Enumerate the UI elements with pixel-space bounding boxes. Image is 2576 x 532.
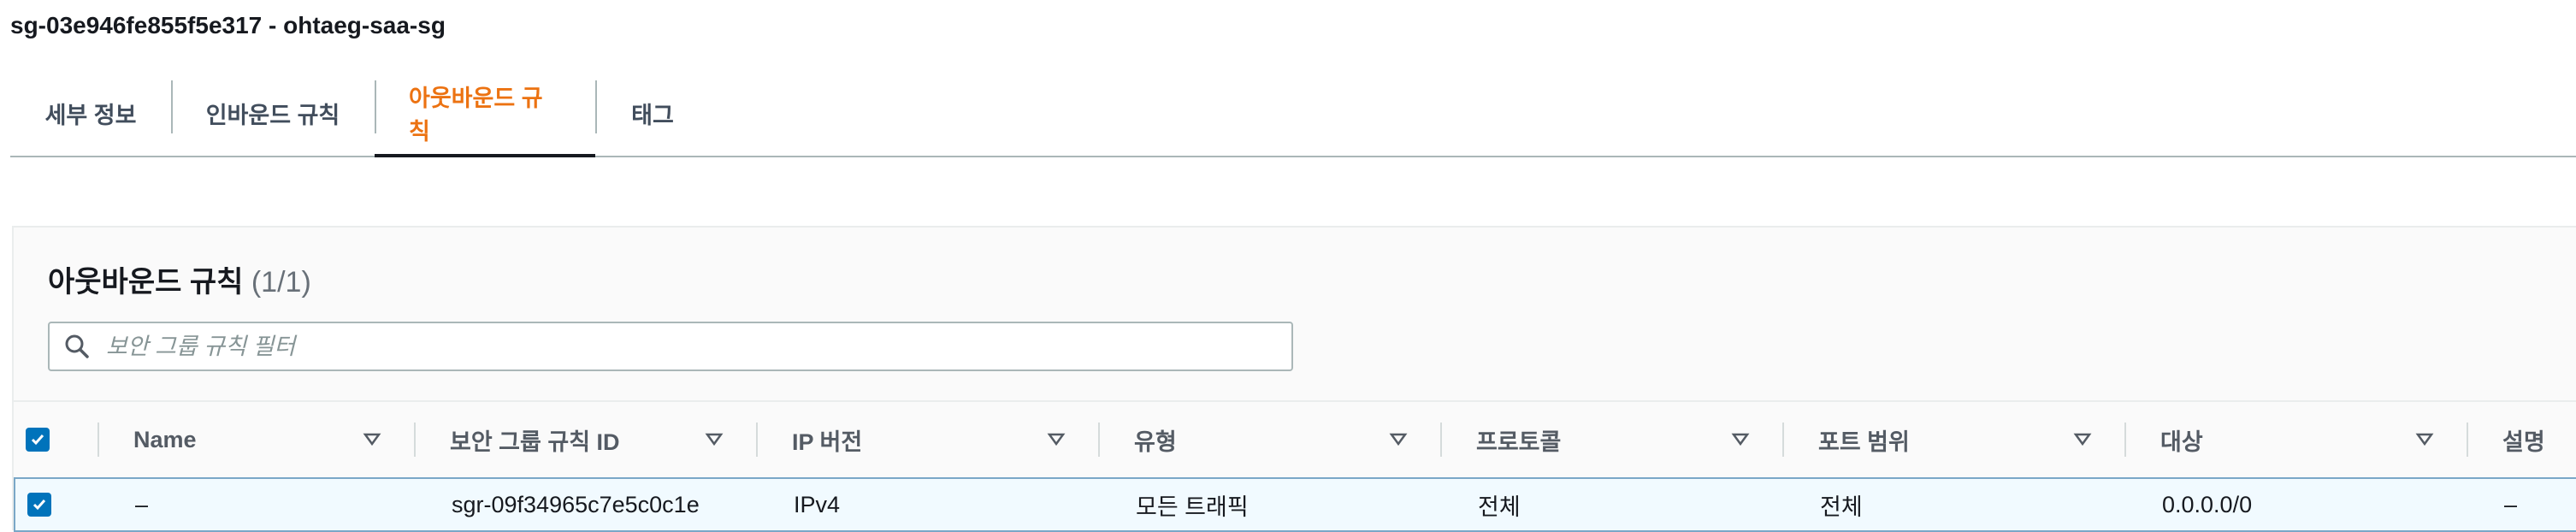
outbound-rules-panel: 아웃바운드 규칙 (1/1) Name — [12, 226, 2576, 532]
column-header-name[interactable]: Name — [99, 402, 416, 477]
column-header-port-range[interactable]: 포트 범위 — [1784, 402, 2126, 477]
cell-type: 모든 트래픽 — [1136, 494, 1249, 520]
column-label: 포트 범위 — [1818, 429, 1910, 455]
tab-tags[interactable]: 태그 — [595, 70, 710, 156]
checkbox-checked-icon — [32, 499, 46, 511]
panel-title-text: 아웃바운드 규칙 — [48, 266, 244, 299]
tab-inbound-rules[interactable]: 인바운드 규칙 — [171, 70, 375, 156]
column-label: 프로토콜 — [1476, 429, 1562, 455]
panel-title: 아웃바운드 규칙 (1/1) — [48, 258, 311, 300]
rule-filter-search[interactable] — [48, 322, 1293, 371]
search-input[interactable] — [104, 324, 1291, 369]
column-header-description[interactable]: 설명 — [2468, 402, 2576, 477]
cell-description: – — [2504, 491, 2518, 517]
column-label: IP 버전 — [792, 429, 863, 455]
page-title: sg-03e946fe855f5e317 - ohtaeg-saa-sg — [10, 12, 446, 38]
cell-name: – — [135, 491, 149, 517]
column-header-ip-version[interactable]: IP 버전 — [758, 402, 1100, 477]
cell-ip-version: IPv4 — [794, 491, 841, 517]
checkbox-checked-icon — [31, 434, 44, 446]
sort-caret-icon — [1731, 433, 1750, 446]
column-header-destination[interactable]: 대상 — [2126, 402, 2468, 477]
column-label: Name — [133, 426, 197, 452]
sort-caret-icon — [363, 433, 381, 446]
sort-caret-icon — [705, 433, 724, 446]
cell-rule-id: sgr-09f34965c7e5c0c1e — [452, 491, 700, 517]
select-all-checkbox[interactable] — [26, 428, 50, 452]
column-header-type[interactable]: 유형 — [1100, 402, 1442, 477]
row-select-cell — [15, 479, 101, 530]
tab-details[interactable]: 세부 정보 — [10, 70, 171, 156]
sort-caret-icon — [2415, 433, 2434, 446]
column-label: 유형 — [1134, 429, 1177, 455]
column-header-rule-id[interactable]: 보안 그룹 규칙 ID — [416, 402, 758, 477]
sort-caret-icon — [1047, 433, 1066, 446]
column-label: 보안 그룹 규칙 ID — [450, 429, 620, 455]
select-all-cell — [14, 402, 99, 477]
column-label: 설명 — [2502, 429, 2545, 455]
column-label: 대상 — [2160, 429, 2203, 455]
cell-protocol: 전체 — [1478, 494, 1521, 520]
cell-destination: 0.0.0.0/0 — [2162, 491, 2253, 517]
security-group-page: sg-03e946fe855f5e317 - ohtaeg-saa-sg 세부 … — [0, 0, 2576, 532]
table-header: Name 보안 그룹 규칙 ID IP 버전 유형 프로토콜 포트 범위 대상 … — [14, 400, 2576, 477]
sort-caret-icon — [2073, 433, 2092, 446]
row-checkbox[interactable] — [27, 493, 51, 517]
table-row[interactable]: – sgr-09f34965c7e5c0c1e IPv4 모든 트래픽 전체 전… — [14, 477, 2576, 532]
cell-port-range: 전체 — [1820, 494, 1863, 520]
column-header-protocol[interactable]: 프로토콜 — [1442, 402, 1784, 477]
tab-outbound-rules[interactable]: 아웃바운드 규칙 — [375, 70, 595, 157]
tab-bar: 세부 정보 인바운드 규칙 아웃바운드 규칙 태그 — [10, 70, 2576, 157]
sort-caret-icon — [1389, 433, 1408, 446]
search-icon — [50, 323, 104, 369]
rule-count: (1/1) — [251, 266, 311, 299]
